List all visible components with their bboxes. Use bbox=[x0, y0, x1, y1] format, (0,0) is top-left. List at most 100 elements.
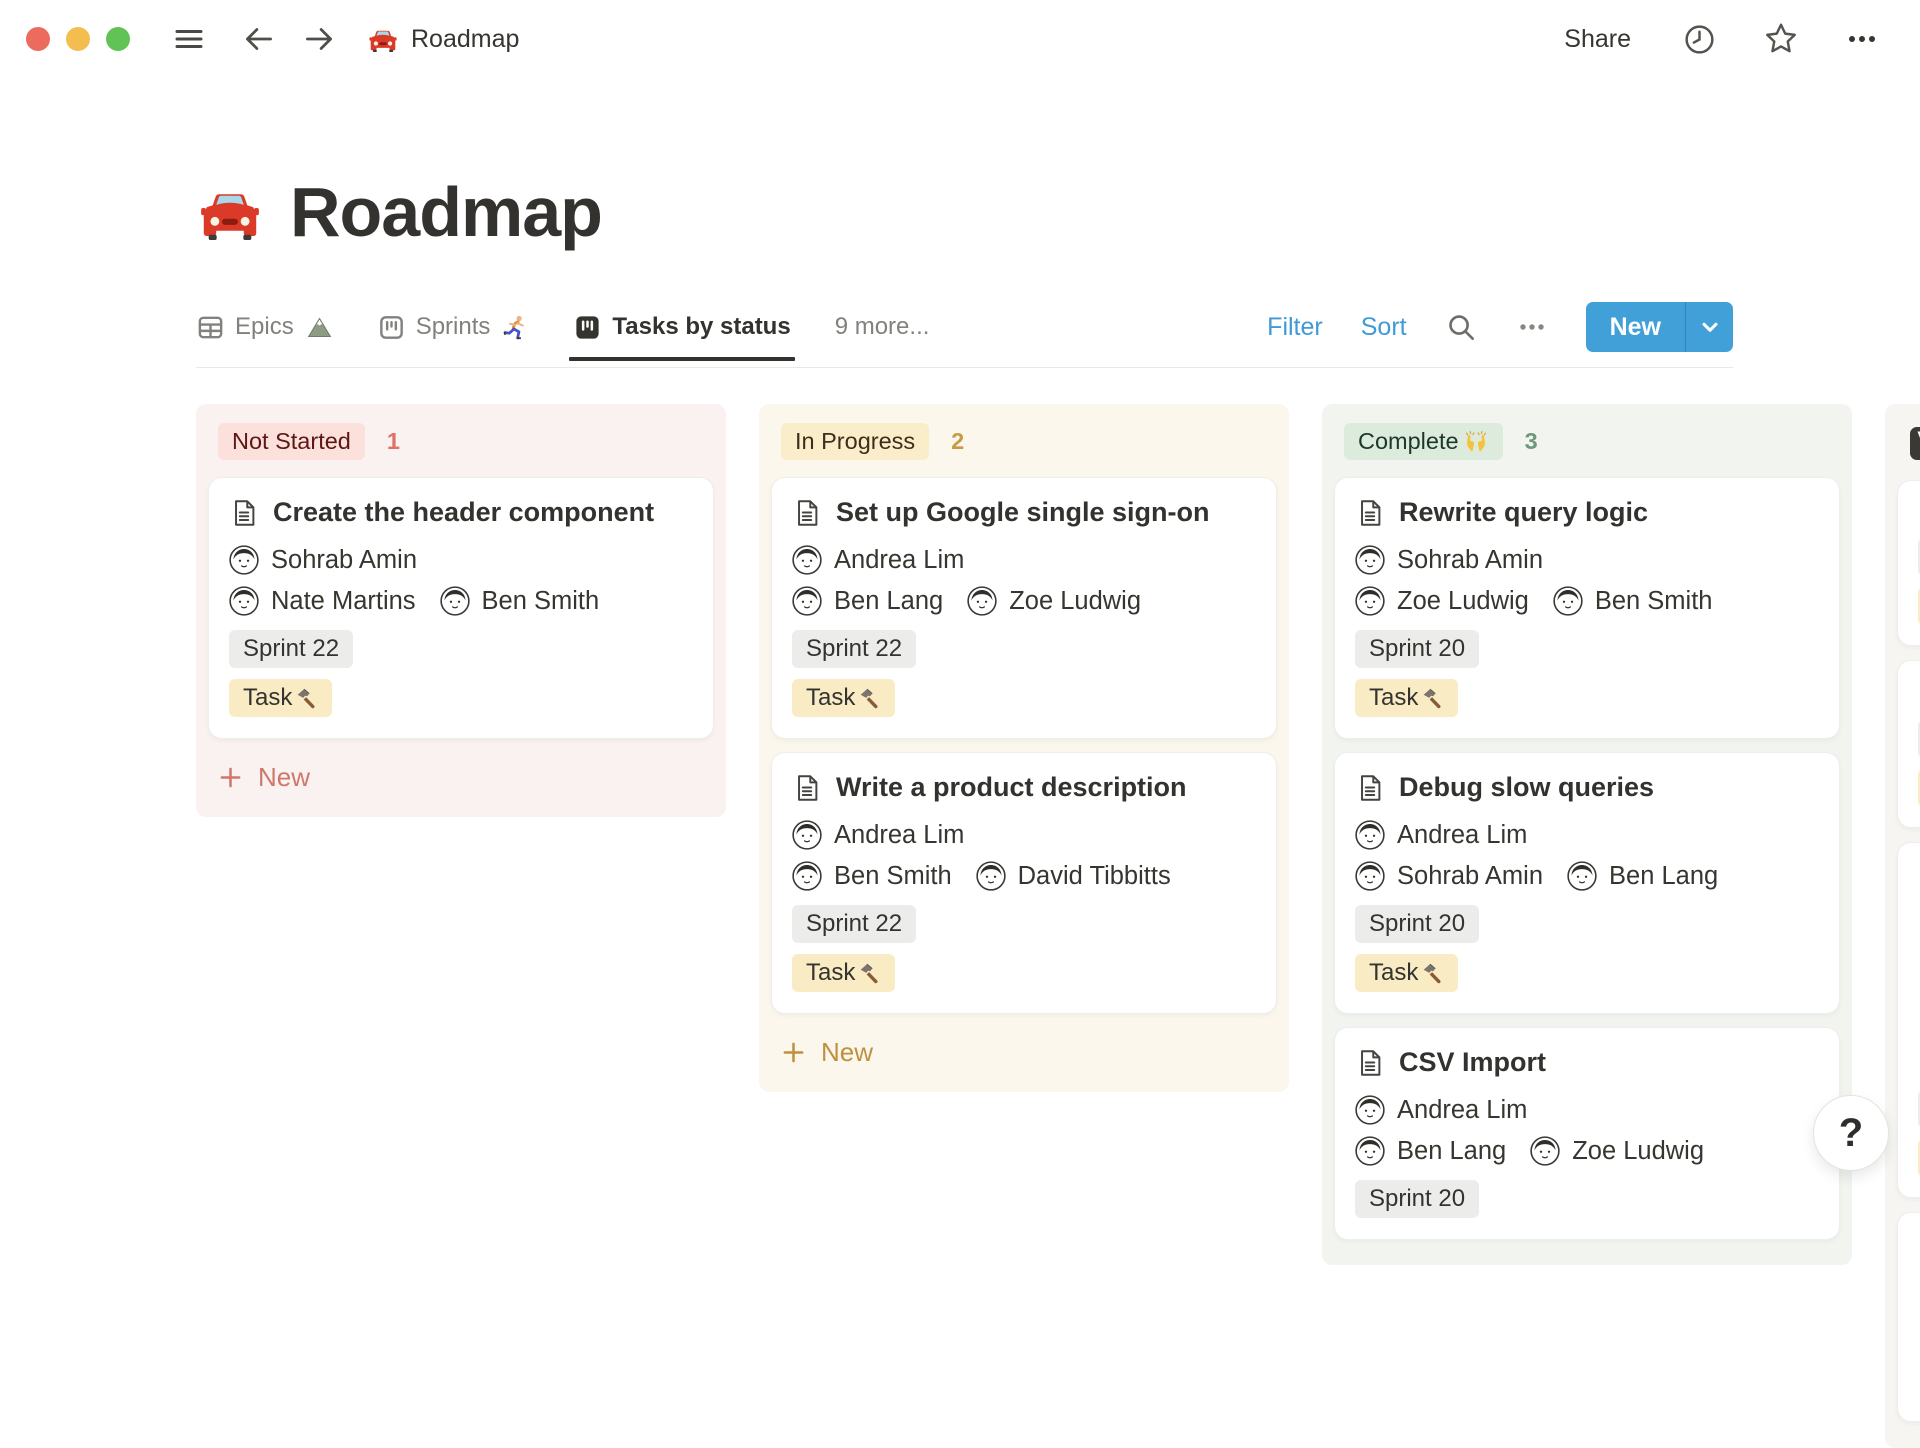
column-count: 2 bbox=[951, 428, 964, 455]
arrow-right-icon bbox=[300, 20, 338, 58]
status-label: In Progress bbox=[795, 428, 915, 455]
task-tag-label: Task bbox=[806, 684, 855, 712]
avatar bbox=[440, 586, 470, 616]
task-tag-badge[interactable]: Task bbox=[1355, 679, 1458, 717]
assignee[interactable]: David Tibbitts bbox=[976, 861, 1171, 891]
breadcrumb[interactable]: Roadmap bbox=[368, 25, 519, 54]
view-controls: Filter Sort New bbox=[1267, 302, 1733, 352]
sprint-badge[interactable]: Sprint 22 bbox=[792, 905, 916, 943]
task-card[interactable]: Set up Google single sign-on Andrea Lim Be… bbox=[771, 477, 1277, 739]
task-card[interactable]: Rewrite query logic Sohrab Amin Zoe Ludwig… bbox=[1334, 477, 1840, 739]
traffic-lights bbox=[26, 27, 130, 51]
assignee[interactable]: Ben Smith bbox=[1553, 586, 1713, 616]
favorite-button[interactable] bbox=[1762, 20, 1800, 58]
search-icon bbox=[1445, 311, 1478, 344]
sprint-badge[interactable]: Sprint 20 bbox=[1355, 630, 1479, 668]
task-tag-badge[interactable]: Task bbox=[792, 954, 895, 992]
assignee[interactable]: Sohrab Amin bbox=[229, 545, 417, 575]
task-card[interactable]: ST bbox=[1897, 660, 1920, 828]
assignee[interactable]: Andrea Lim bbox=[792, 820, 964, 850]
tab-tasks-by-status[interactable]: Tasks by status bbox=[573, 313, 790, 342]
filter-button[interactable]: Filter bbox=[1267, 313, 1323, 342]
doc-icon bbox=[1355, 1048, 1385, 1078]
assignee[interactable]: Ben Smith bbox=[440, 586, 600, 616]
card-title-row: Rewrite query logic bbox=[1355, 497, 1819, 528]
ellipsis-icon bbox=[1844, 21, 1880, 57]
avatar bbox=[976, 861, 1006, 891]
task-card[interactable]: Debug slow queriesAndrea LimSohrab AminB… bbox=[1334, 752, 1840, 1014]
column-complete: Complete3Rewrite query logicSohrab AminZ… bbox=[1322, 404, 1852, 1265]
zoom-window-button[interactable] bbox=[106, 27, 130, 51]
assignee[interactable]: Andrea Lim bbox=[792, 545, 964, 575]
card-title-row: CSV Import bbox=[1355, 1047, 1819, 1078]
sprint-badge[interactable]: Sprint 22 bbox=[229, 630, 353, 668]
card-title: Set up Google single sign-on bbox=[836, 497, 1210, 528]
board-view-icon bbox=[377, 313, 406, 342]
assignee-row: Andrea Lim bbox=[1355, 820, 1819, 850]
tab-sprints[interactable]: Sprints bbox=[377, 313, 530, 342]
share-button[interactable]: Share bbox=[1558, 24, 1637, 55]
more-views-button[interactable]: 9 more... bbox=[835, 313, 930, 341]
tab-epics[interactable]: Epics bbox=[196, 313, 333, 342]
minimize-window-button[interactable] bbox=[66, 27, 90, 51]
more-options-button[interactable] bbox=[1844, 21, 1880, 57]
assignee[interactable]: Zoe Ludwig bbox=[1355, 586, 1529, 616]
assignee[interactable]: Ben Lang bbox=[792, 586, 943, 616]
task-card[interactable]: Create the header componentSohrab AminNa… bbox=[208, 477, 714, 739]
assignee-name: Ben Lang bbox=[1397, 1137, 1506, 1166]
arrow-left-icon bbox=[240, 20, 278, 58]
tag-property: Task bbox=[792, 676, 1256, 725]
new-entry-button[interactable]: New bbox=[1586, 302, 1685, 352]
sprint-badge[interactable]: Sprint 20 bbox=[1355, 905, 1479, 943]
search-button[interactable] bbox=[1445, 311, 1478, 344]
add-card-label: New bbox=[821, 1037, 873, 1068]
task-tag-badge[interactable]: Task bbox=[229, 679, 332, 717]
status-badge[interactable]: Complete bbox=[1344, 423, 1503, 460]
nav-forward-button[interactable] bbox=[300, 20, 338, 58]
view-options-button[interactable] bbox=[1516, 311, 1548, 343]
add-card-button[interactable]: New bbox=[771, 1027, 1277, 1080]
sort-button[interactable]: Sort bbox=[1361, 313, 1407, 342]
assignee[interactable]: Nate Martins bbox=[229, 586, 416, 616]
assignee-name: Sohrab Amin bbox=[271, 546, 417, 575]
help-button[interactable]: ? bbox=[1813, 1095, 1889, 1171]
nav-back-button[interactable] bbox=[240, 20, 278, 58]
task-card[interactable]: Write a product descriptionAndrea LimBen… bbox=[771, 752, 1277, 1014]
task-card[interactable]: ST bbox=[1897, 842, 1920, 1198]
notion-window: { "window": { "breadcrumb_title": "Roadm… bbox=[0, 0, 1920, 1200]
task-card[interactable] bbox=[1897, 1212, 1920, 1422]
assignee[interactable]: Ben Lang bbox=[1567, 861, 1718, 891]
assignee-row: Sohrab Amin Ben Lang bbox=[1355, 861, 1819, 891]
page-title[interactable]: Roadmap bbox=[290, 172, 602, 252]
avatar bbox=[229, 586, 259, 616]
assignee[interactable]: Andrea Lim bbox=[1355, 1095, 1527, 1125]
assignee[interactable]: Zoe Ludwig bbox=[1530, 1136, 1704, 1166]
task-card[interactable]: CSV Import Andrea Lim Ben Lang Zoe Ludwig Sp… bbox=[1334, 1027, 1840, 1240]
task-tag-badge[interactable]: Task bbox=[792, 679, 895, 717]
view-tabs: Epics Sprints Tasks by status bbox=[196, 313, 835, 342]
status-badge[interactable]: In Progress bbox=[781, 423, 929, 460]
status-badge[interactable]: Not Started bbox=[218, 423, 365, 460]
assignee[interactable]: Andrea Lim bbox=[1355, 820, 1527, 850]
sprint-badge[interactable]: Sprint 20 bbox=[1355, 1180, 1479, 1218]
assignee-row: Ben Smith David Tibbitts bbox=[792, 861, 1256, 891]
task-tag-badge[interactable]: Task bbox=[1355, 954, 1458, 992]
sprint-property: Sprint 22 bbox=[792, 902, 1256, 951]
close-window-button[interactable] bbox=[26, 27, 50, 51]
card-title-row: Set up Google single sign-on bbox=[792, 497, 1256, 528]
assignee[interactable]: Ben Smith bbox=[792, 861, 952, 891]
updates-button[interactable] bbox=[1681, 21, 1718, 58]
assignee[interactable]: Sohrab Amin bbox=[1355, 861, 1543, 891]
assignee-name: Sohrab Amin bbox=[1397, 546, 1543, 575]
assignee[interactable]: Ben Lang bbox=[1355, 1136, 1506, 1166]
new-entry-dropdown-button[interactable] bbox=[1686, 302, 1733, 352]
car-emoji-icon[interactable] bbox=[198, 184, 262, 241]
sidebar-menu-button[interactable] bbox=[172, 22, 206, 56]
task-tag-label: Task bbox=[243, 684, 292, 712]
board-view-active-icon bbox=[573, 313, 602, 342]
sprint-badge[interactable]: Sprint 22 bbox=[792, 630, 916, 668]
task-card[interactable]: ST bbox=[1897, 480, 1920, 646]
assignee[interactable]: Sohrab Amin bbox=[1355, 545, 1543, 575]
add-card-button[interactable]: New bbox=[208, 752, 714, 805]
assignee[interactable]: Zoe Ludwig bbox=[967, 586, 1141, 616]
